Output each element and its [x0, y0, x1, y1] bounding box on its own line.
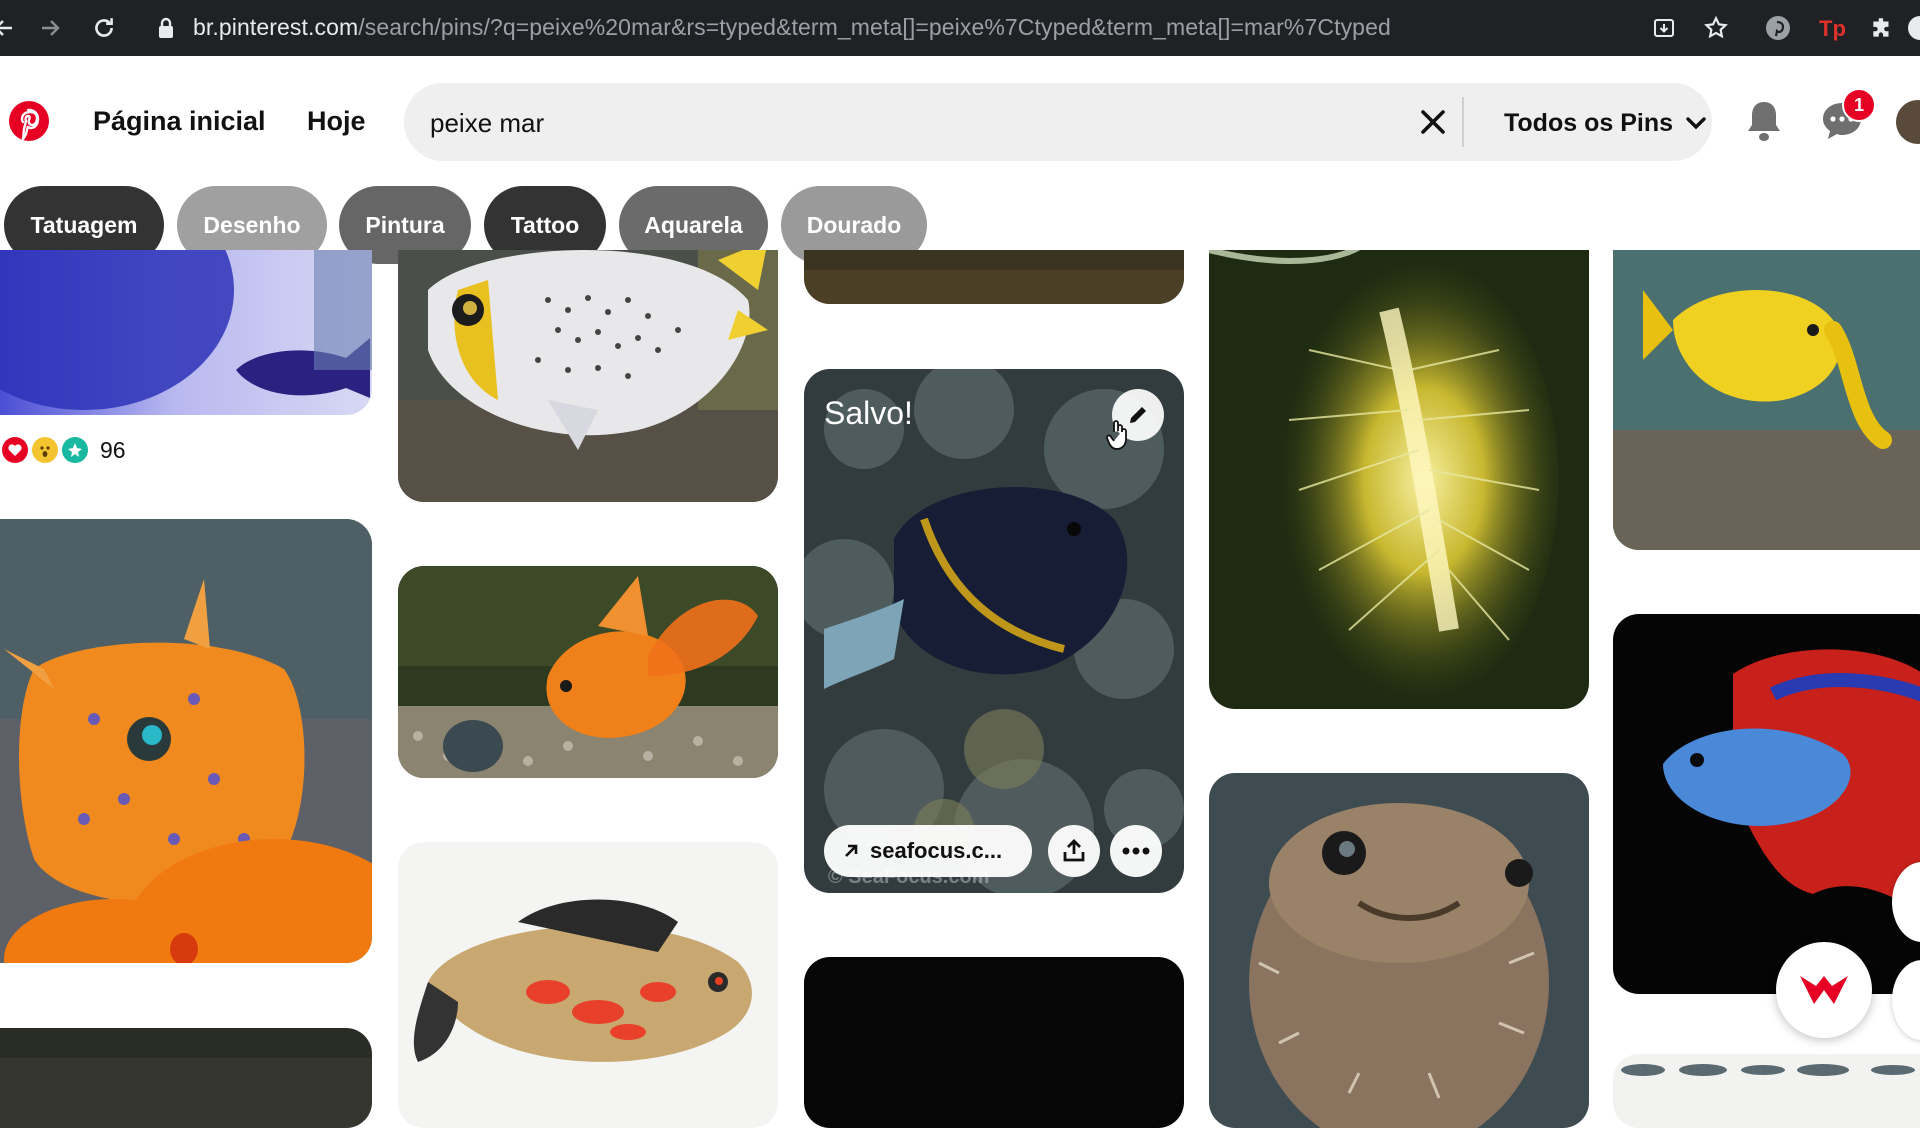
heart-brand-icon	[1800, 976, 1848, 1004]
pin-image	[1209, 773, 1589, 1128]
pin-betta-fish[interactable]	[1613, 614, 1920, 994]
user-avatar[interactable]	[1896, 100, 1920, 144]
nav-home-link[interactable]: Página inicial	[93, 106, 266, 137]
address-bar[interactable]: br.pinterest.com/search/pins/?q=peixe%20…	[193, 14, 1391, 41]
notifications-bell-icon[interactable]	[1744, 98, 1784, 144]
pin-top-dark-3[interactable]	[804, 250, 1184, 304]
search-bar: Todos os Pins	[404, 83, 1712, 161]
forward-icon[interactable]	[34, 12, 66, 44]
pin-oscar-fish[interactable]	[398, 842, 778, 1128]
back-icon[interactable]	[0, 12, 20, 44]
pin-image	[804, 957, 1184, 1128]
pin-image	[398, 566, 778, 778]
pin-black[interactable]	[804, 957, 1184, 1128]
url-path: /search/pins/?q=peixe%20mar&rs=typed&ter…	[358, 14, 1391, 40]
pin-image	[1613, 250, 1920, 550]
pin-spotted-fish[interactable]	[398, 250, 778, 502]
pin-goldfish[interactable]	[398, 566, 778, 778]
profile-icon[interactable]	[1904, 12, 1920, 44]
pin-pufferfish[interactable]	[1209, 773, 1589, 1128]
extensions-puzzle-icon[interactable]	[1866, 12, 1898, 44]
arrow-up-right-icon	[845, 844, 858, 857]
mouse-cursor-icon	[1106, 418, 1132, 452]
saved-status-label: Salvo!	[824, 395, 913, 431]
pinterest-logo-icon[interactable]	[8, 100, 50, 143]
pin-image	[0, 519, 372, 963]
pin-image	[1613, 614, 1920, 994]
pin-blue-fish[interactable]	[0, 250, 372, 415]
clear-search-icon[interactable]	[1414, 103, 1452, 141]
source-link-label: seafocus.c...	[870, 838, 1003, 863]
pin-image	[0, 1028, 372, 1128]
wow-reaction-icon	[32, 437, 58, 463]
lock-icon	[150, 12, 182, 44]
message-count-badge: 1	[1842, 88, 1876, 122]
search-divider	[1462, 97, 1464, 147]
pin-image	[1209, 250, 1589, 709]
share-icon[interactable]	[1048, 825, 1100, 877]
pin-fish-chart[interactable]	[1613, 1054, 1920, 1128]
pin-filter-dropdown[interactable]: Todos os Pins	[1504, 105, 1707, 141]
pin-image	[0, 250, 372, 415]
pin-image	[398, 250, 778, 502]
pin-image	[804, 250, 1184, 304]
pin-dark-bottom-1[interactable]	[0, 1028, 372, 1128]
pin-image	[1613, 1054, 1920, 1128]
svg-text:Tp: Tp	[1819, 16, 1846, 41]
pin-nudibranch[interactable]	[1209, 250, 1589, 709]
source-link-button[interactable]: seafocus.c...	[824, 825, 1032, 877]
reactions-count: 96	[100, 436, 126, 463]
filter-label: Todos os Pins	[1504, 108, 1673, 137]
reload-icon[interactable]	[88, 12, 120, 44]
more-options-icon[interactable]	[1110, 825, 1162, 877]
chevron-down-icon	[1686, 117, 1706, 130]
search-input[interactable]	[428, 102, 1392, 144]
pin-yellow-fish[interactable]	[1613, 250, 1920, 550]
install-icon[interactable]	[1648, 12, 1680, 44]
good-idea-reaction-icon	[62, 437, 88, 463]
pinterest-extension-icon[interactable]	[1762, 12, 1794, 44]
bookmark-star-icon[interactable]	[1700, 12, 1732, 44]
floating-app-button[interactable]	[1776, 942, 1872, 1038]
heart-reaction-icon	[2, 437, 28, 463]
pin-reactions[interactable]: 96	[2, 434, 126, 466]
pin-image	[398, 842, 778, 1128]
nav-today-link[interactable]: Hoje	[307, 106, 366, 137]
tp-extension-icon[interactable]: Tp	[1816, 12, 1848, 44]
site-header: Página inicial Hoje Todos os Pins 1	[0, 56, 1920, 186]
url-host: br.pinterest.com	[193, 14, 359, 40]
browser-toolbar: br.pinterest.com/search/pins/?q=peixe%20…	[0, 0, 1920, 56]
pin-cowfish[interactable]	[0, 519, 372, 963]
